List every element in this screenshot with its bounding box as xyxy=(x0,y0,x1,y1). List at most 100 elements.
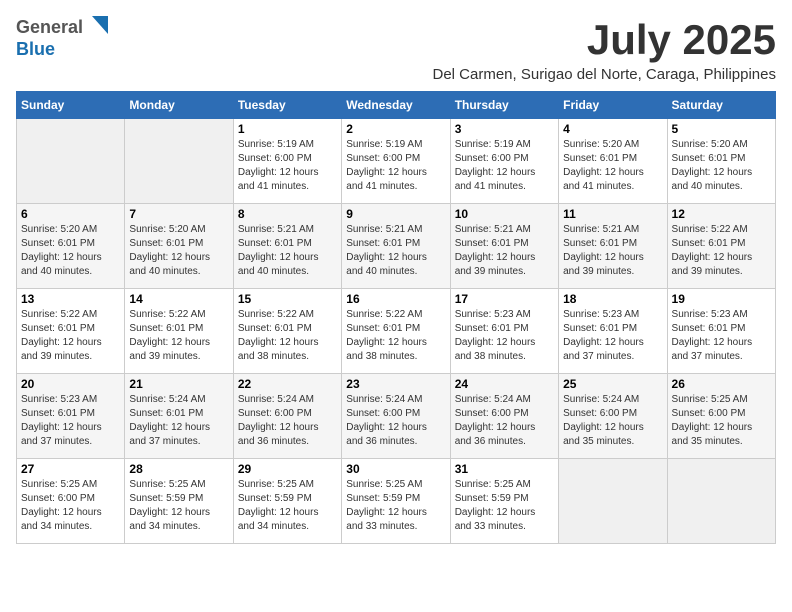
day-info: Sunrise: 5:24 AM Sunset: 6:00 PM Dayligh… xyxy=(563,393,662,449)
header-sunday: Sunday xyxy=(17,92,125,119)
day-info: Sunrise: 5:19 AM Sunset: 6:00 PM Dayligh… xyxy=(346,138,445,194)
day-info: Sunrise: 5:22 AM Sunset: 6:01 PM Dayligh… xyxy=(129,308,228,364)
day-info: Sunrise: 5:22 AM Sunset: 6:01 PM Dayligh… xyxy=(346,308,445,364)
day-info: Sunrise: 5:24 AM Sunset: 6:00 PM Dayligh… xyxy=(346,393,445,449)
day-info: Sunrise: 5:25 AM Sunset: 6:00 PM Dayligh… xyxy=(672,393,771,449)
calendar-cell: 3 Sunrise: 5:19 AM Sunset: 6:00 PM Daylig… xyxy=(450,119,558,204)
calendar-cell: 31 Sunrise: 5:25 AM Sunset: 5:59 PM Dayli… xyxy=(450,459,558,544)
page-header: General Blue July 2025 Del Carmen, Surig… xyxy=(16,16,776,83)
logo: General Blue xyxy=(16,16,108,60)
calendar-cell: 5 Sunrise: 5:20 AM Sunset: 6:01 PM Daylig… xyxy=(667,119,775,204)
calendar-cell: 6 Sunrise: 5:20 AM Sunset: 6:01 PM Daylig… xyxy=(17,204,125,289)
header-monday: Monday xyxy=(125,92,233,119)
week-row-2: 6 Sunrise: 5:20 AM Sunset: 6:01 PM Daylig… xyxy=(17,204,776,289)
calendar-cell: 17 Sunrise: 5:23 AM Sunset: 6:01 PM Dayli… xyxy=(450,289,558,374)
day-number: 28 xyxy=(129,462,228,476)
day-info: Sunrise: 5:25 AM Sunset: 6:00 PM Dayligh… xyxy=(21,478,120,534)
calendar: SundayMondayTuesdayWednesdayThursdayFrid… xyxy=(16,91,776,544)
day-info: Sunrise: 5:20 AM Sunset: 6:01 PM Dayligh… xyxy=(672,138,771,194)
day-info: Sunrise: 5:25 AM Sunset: 5:59 PM Dayligh… xyxy=(238,478,337,534)
day-number: 12 xyxy=(672,207,771,221)
day-info: Sunrise: 5:20 AM Sunset: 6:01 PM Dayligh… xyxy=(21,223,120,279)
title-block: July 2025 Del Carmen, Surigao del Norte,… xyxy=(432,16,776,83)
calendar-cell: 20 Sunrise: 5:23 AM Sunset: 6:01 PM Dayli… xyxy=(17,374,125,459)
header-thursday: Thursday xyxy=(450,92,558,119)
calendar-cell: 26 Sunrise: 5:25 AM Sunset: 6:00 PM Dayli… xyxy=(667,374,775,459)
day-number: 23 xyxy=(346,377,445,391)
day-info: Sunrise: 5:19 AM Sunset: 6:00 PM Dayligh… xyxy=(455,138,554,194)
day-info: Sunrise: 5:23 AM Sunset: 6:01 PM Dayligh… xyxy=(21,393,120,449)
day-number: 18 xyxy=(563,292,662,306)
calendar-cell: 27 Sunrise: 5:25 AM Sunset: 6:00 PM Dayli… xyxy=(17,459,125,544)
day-number: 19 xyxy=(672,292,771,306)
calendar-cell: 8 Sunrise: 5:21 AM Sunset: 6:01 PM Daylig… xyxy=(233,204,341,289)
day-number: 21 xyxy=(129,377,228,391)
day-number: 8 xyxy=(238,207,337,221)
calendar-cell: 4 Sunrise: 5:20 AM Sunset: 6:01 PM Daylig… xyxy=(559,119,667,204)
day-number: 27 xyxy=(21,462,120,476)
calendar-cell: 24 Sunrise: 5:24 AM Sunset: 6:00 PM Dayli… xyxy=(450,374,558,459)
calendar-cell: 23 Sunrise: 5:24 AM Sunset: 6:00 PM Dayli… xyxy=(342,374,450,459)
month-title: July 2025 xyxy=(432,16,776,64)
day-number: 14 xyxy=(129,292,228,306)
calendar-cell: 22Sunrise: 5:24 AM Sunset: 6:00 PM Dayli… xyxy=(233,374,341,459)
header-saturday: Saturday xyxy=(667,92,775,119)
day-info: Sunrise: 5:25 AM Sunset: 5:59 PM Dayligh… xyxy=(346,478,445,534)
calendar-cell xyxy=(17,119,125,204)
day-number: 5 xyxy=(672,122,771,136)
calendar-cell: 19Sunrise: 5:23 AM Sunset: 6:01 PM Dayli… xyxy=(667,289,775,374)
day-number: 31 xyxy=(455,462,554,476)
day-info: Sunrise: 5:22 AM Sunset: 6:01 PM Dayligh… xyxy=(21,308,120,364)
calendar-cell: 12Sunrise: 5:22 AM Sunset: 6:01 PM Dayli… xyxy=(667,204,775,289)
day-number: 17 xyxy=(455,292,554,306)
calendar-cell: 30 Sunrise: 5:25 AM Sunset: 5:59 PM Dayli… xyxy=(342,459,450,544)
day-number: 24 xyxy=(455,377,554,391)
day-number: 10 xyxy=(455,207,554,221)
header-wednesday: Wednesday xyxy=(342,92,450,119)
day-number: 30 xyxy=(346,462,445,476)
day-number: 4 xyxy=(563,122,662,136)
header-tuesday: Tuesday xyxy=(233,92,341,119)
day-number: 1 xyxy=(238,122,337,136)
day-number: 6 xyxy=(21,207,120,221)
day-number: 15 xyxy=(238,292,337,306)
day-number: 13 xyxy=(21,292,120,306)
day-info: Sunrise: 5:24 AM Sunset: 6:01 PM Dayligh… xyxy=(129,393,228,449)
day-info: Sunrise: 5:21 AM Sunset: 6:01 PM Dayligh… xyxy=(455,223,554,279)
calendar-header-row: SundayMondayTuesdayWednesdayThursdayFrid… xyxy=(17,92,776,119)
calendar-cell: 13 Sunrise: 5:22 AM Sunset: 6:01 PM Dayli… xyxy=(17,289,125,374)
calendar-cell: 7 Sunrise: 5:20 AM Sunset: 6:01 PM Daylig… xyxy=(125,204,233,289)
day-info: Sunrise: 5:20 AM Sunset: 6:01 PM Dayligh… xyxy=(563,138,662,194)
calendar-cell xyxy=(125,119,233,204)
day-number: 20 xyxy=(21,377,120,391)
day-info: Sunrise: 5:21 AM Sunset: 6:01 PM Dayligh… xyxy=(238,223,337,279)
calendar-cell: 10 Sunrise: 5:21 AM Sunset: 6:01 PM Dayli… xyxy=(450,204,558,289)
logo-blue: Blue xyxy=(16,39,55,59)
header-friday: Friday xyxy=(559,92,667,119)
day-number: 3 xyxy=(455,122,554,136)
day-info: Sunrise: 5:24 AM Sunset: 6:00 PM Dayligh… xyxy=(455,393,554,449)
day-info: Sunrise: 5:25 AM Sunset: 5:59 PM Dayligh… xyxy=(455,478,554,534)
logo-arrow-icon xyxy=(86,16,108,39)
calendar-cell: 15 Sunrise: 5:22 AM Sunset: 6:01 PM Dayli… xyxy=(233,289,341,374)
calendar-cell xyxy=(667,459,775,544)
calendar-cell: 9Sunrise: 5:21 AM Sunset: 6:01 PM Daylig… xyxy=(342,204,450,289)
day-info: Sunrise: 5:21 AM Sunset: 6:01 PM Dayligh… xyxy=(563,223,662,279)
day-number: 26 xyxy=(672,377,771,391)
week-row-5: 27 Sunrise: 5:25 AM Sunset: 6:00 PM Dayli… xyxy=(17,459,776,544)
week-row-1: 1 Sunrise: 5:19 AM Sunset: 6:00 PM Daylig… xyxy=(17,119,776,204)
week-row-4: 20 Sunrise: 5:23 AM Sunset: 6:01 PM Dayli… xyxy=(17,374,776,459)
calendar-cell: 14 Sunrise: 5:22 AM Sunset: 6:01 PM Dayli… xyxy=(125,289,233,374)
calendar-cell: 29 Sunrise: 5:25 AM Sunset: 5:59 PM Dayli… xyxy=(233,459,341,544)
day-info: Sunrise: 5:20 AM Sunset: 6:01 PM Dayligh… xyxy=(129,223,228,279)
day-info: Sunrise: 5:22 AM Sunset: 6:01 PM Dayligh… xyxy=(238,308,337,364)
calendar-cell: 21 Sunrise: 5:24 AM Sunset: 6:01 PM Dayli… xyxy=(125,374,233,459)
calendar-cell: 25Sunrise: 5:24 AM Sunset: 6:00 PM Dayli… xyxy=(559,374,667,459)
calendar-cell: 28Sunrise: 5:25 AM Sunset: 5:59 PM Dayli… xyxy=(125,459,233,544)
day-number: 29 xyxy=(238,462,337,476)
day-number: 11 xyxy=(563,207,662,221)
day-number: 7 xyxy=(129,207,228,221)
day-info: Sunrise: 5:19 AM Sunset: 6:00 PM Dayligh… xyxy=(238,138,337,194)
day-info: Sunrise: 5:23 AM Sunset: 6:01 PM Dayligh… xyxy=(455,308,554,364)
day-number: 22 xyxy=(238,377,337,391)
